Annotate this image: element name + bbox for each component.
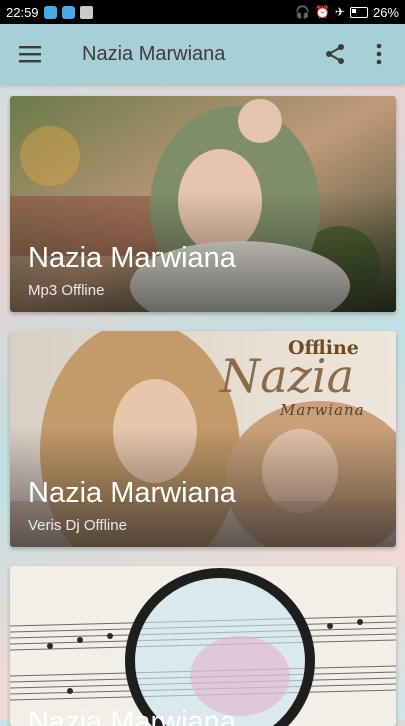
song-card-3[interactable]: Nazia Marwiana	[10, 566, 396, 726]
more-vert-icon	[376, 43, 382, 65]
notification-icon-3	[79, 5, 93, 19]
menu-icon	[19, 46, 41, 63]
card-title: Nazia Marwiana	[28, 706, 236, 726]
notification-icon-2	[61, 5, 75, 19]
app-bar: Nazia Marwiana	[0, 24, 405, 84]
card-image-3	[10, 566, 396, 726]
airplane-mode-icon: ✈	[334, 5, 345, 19]
status-bar-right: 🎧 ⏰ ✈ 26%	[295, 5, 399, 20]
status-time: 22:59	[6, 4, 39, 20]
menu-button[interactable]	[0, 24, 60, 84]
card-subtitle: Veris Dj Offline	[28, 517, 127, 534]
share-button[interactable]	[313, 24, 357, 84]
notification-icon-1	[43, 5, 57, 19]
app-title: Nazia Marwiana	[82, 42, 226, 65]
song-card-2[interactable]: Offline Nazia Marwiana Nazia Marwiana Ve…	[10, 331, 396, 547]
song-card-1[interactable]: Nazia Marwiana Mp3 Offline	[10, 96, 396, 312]
card-title: Nazia Marwiana	[28, 242, 236, 274]
battery-level: 26%	[372, 4, 399, 20]
alarm-icon: ⏰	[314, 5, 330, 19]
status-bar: 22:59 🎧 ⏰ ✈ 26%	[0, 0, 405, 24]
artist-script-text: Nazia	[220, 349, 355, 403]
card-title: Nazia Marwiana	[28, 477, 236, 509]
artist-script-subtext: Marwiana	[280, 401, 365, 419]
card-subtitle: Mp3 Offline	[28, 282, 105, 299]
battery-icon	[349, 6, 368, 18]
headset-icon: 🎧	[295, 5, 310, 19]
share-icon	[326, 44, 344, 64]
status-bar-left: 22:59	[6, 5, 93, 20]
overflow-menu-button[interactable]	[357, 24, 401, 84]
